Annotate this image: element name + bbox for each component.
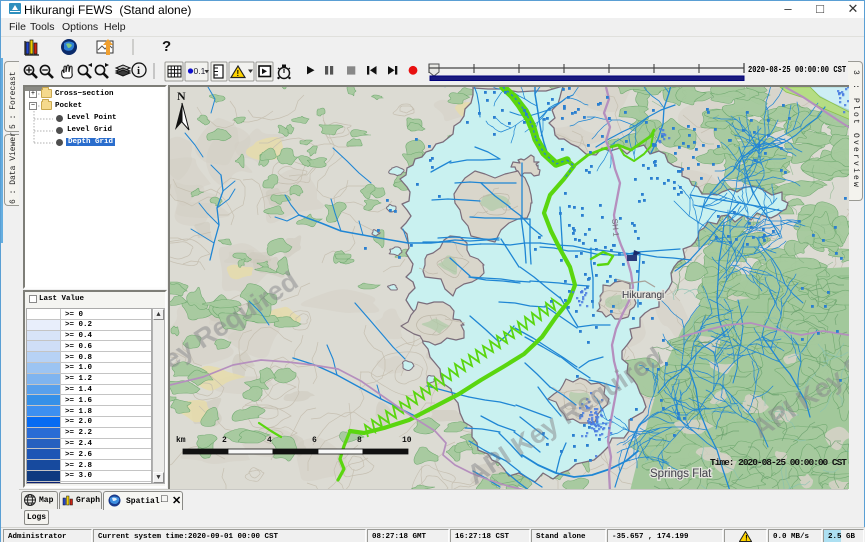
svg-text:SH 1: SH 1 <box>610 218 621 237</box>
svg-text:4: 4 <box>267 436 272 445</box>
svg-text:km: km <box>176 436 186 445</box>
svg-text:i: i <box>137 65 140 77</box>
svg-text:Hikurangi: Hikurangi <box>622 290 664 301</box>
svg-text:0.1: 0.1 <box>194 66 206 76</box>
svg-text:!: ! <box>744 535 749 542</box>
svg-text:N: N <box>177 89 186 103</box>
svg-text:!: ! <box>237 69 240 78</box>
svg-text:8: 8 <box>357 436 362 445</box>
svg-text:Time: 2020-08-25 00:00:00 CST: Time: 2020-08-25 00:00:00 CST <box>710 457 847 468</box>
svg-text:6: 6 <box>312 436 317 445</box>
svg-text:2: 2 <box>222 436 227 445</box>
svg-text:10: 10 <box>402 436 412 445</box>
svg-text:Springs Flat: Springs Flat <box>650 468 712 480</box>
